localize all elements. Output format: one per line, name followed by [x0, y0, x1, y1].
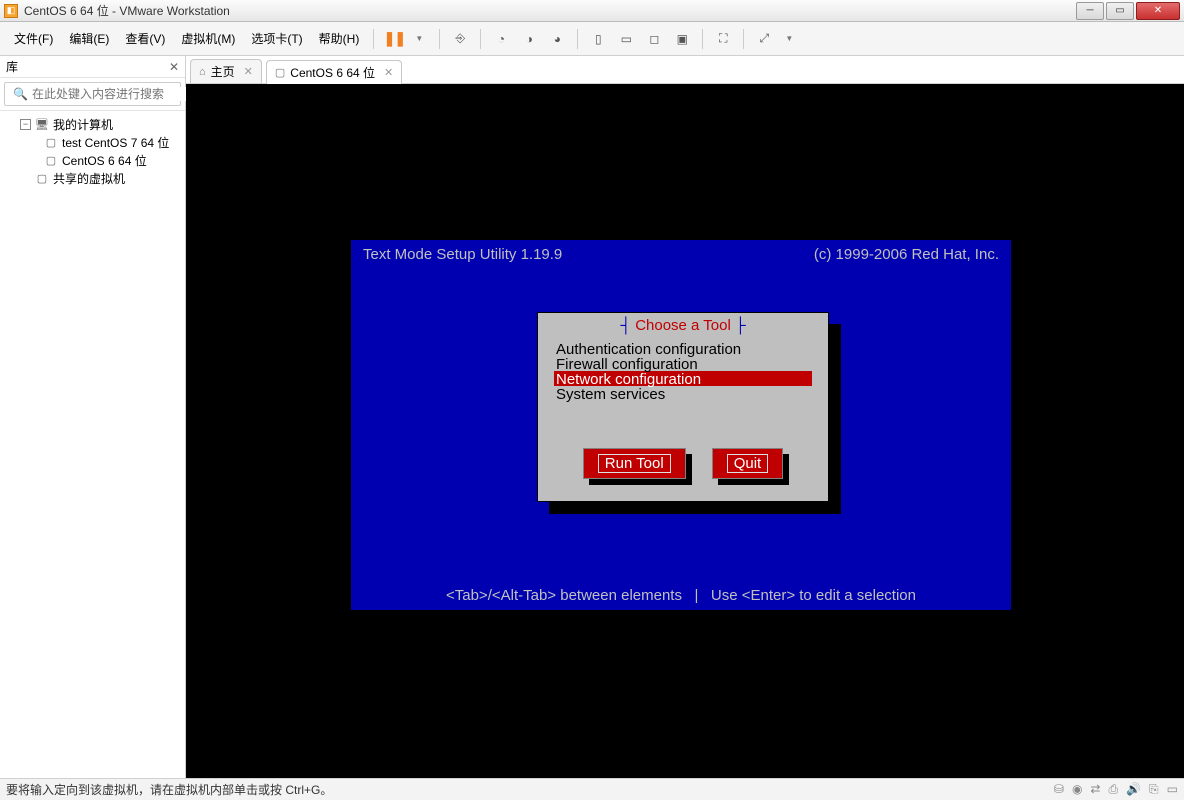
search-input[interactable]: [32, 87, 187, 101]
menu-file[interactable]: 文件(F): [6, 26, 61, 51]
close-button[interactable]: ✕: [1136, 2, 1180, 20]
tui-footer: <Tab>/<Alt-Tab> between elements | Use <…: [351, 587, 1011, 604]
dialog-button-row: Run Tool Quit: [538, 448, 828, 479]
snapshot-take-icon[interactable]: ◔: [489, 27, 513, 51]
status-text: 要将输入定向到该虚拟机，请在虚拟机内部单击或按 Ctrl+G。: [6, 781, 332, 798]
vm-tree: − 🖥 我的计算机 ▢ test CentOS 7 64 位 ▢ CentOS …: [0, 110, 185, 778]
run-tool-wrap: Run Tool: [583, 448, 686, 479]
view-console-icon[interactable]: ▣: [670, 27, 694, 51]
computer-icon: 🖥: [35, 118, 49, 130]
dialog-option-network[interactable]: Network configuration: [554, 371, 812, 386]
quit-wrap: Quit: [712, 448, 784, 479]
tree-root-label: 我的计算机: [53, 116, 113, 133]
tab-close-icon[interactable]: ✕: [384, 66, 393, 79]
snapshot-revert-icon[interactable]: ◑: [517, 27, 541, 51]
pause-button[interactable]: ❚❚: [382, 27, 406, 51]
pause-dropdown[interactable]: ▼: [407, 27, 431, 51]
sidebar-close-icon[interactable]: ✕: [169, 60, 179, 74]
tree-item-label: CentOS 6 64 位: [62, 152, 147, 169]
tab-home[interactable]: ⌂ 主页 ✕: [190, 59, 262, 83]
tree-root-mycomputer[interactable]: − 🖥 我的计算机: [0, 115, 185, 133]
view-unity-icon[interactable]: ◻: [642, 27, 666, 51]
tab-home-label: 主页: [211, 63, 235, 80]
dialog-option-auth[interactable]: Authentication configuration: [554, 341, 812, 356]
view-single-icon[interactable]: ▯: [586, 27, 610, 51]
content-area: ⌂ 主页 ✕ ▢ CentOS 6 64 位 ✕ Text Mode Setup…: [186, 56, 1184, 778]
menu-tabs[interactable]: 选项卡(T): [243, 26, 310, 51]
tui-header: Text Mode Setup Utility 1.19.9 (c) 1999-…: [351, 246, 1011, 263]
status-display-icon[interactable]: ▭: [1167, 782, 1178, 797]
window-title: CentOS 6 64 位 - VMware Workstation: [24, 2, 230, 19]
vm-viewport[interactable]: Text Mode Setup Utility 1.19.9 (c) 1999-…: [186, 84, 1184, 778]
fullscreen-toggle-icon[interactable]: ⤢: [752, 27, 776, 51]
shared-icon: ▢: [35, 172, 49, 184]
status-disk-icon[interactable]: ⛁: [1054, 782, 1064, 797]
search-icon: 🔍: [13, 87, 28, 101]
status-device-icons: ⛁ ◉ ⇄ ⎙ 🔊 ⎘ ▭: [1054, 782, 1178, 797]
app-icon: ◧: [4, 4, 18, 18]
tree-item-label: test CentOS 7 64 位: [62, 134, 169, 151]
status-cd-icon[interactable]: ◉: [1072, 782, 1082, 797]
tree-shared-vms[interactable]: ▢ 共享的虚拟机: [0, 169, 185, 187]
dialog-option-services[interactable]: System services: [554, 386, 812, 401]
vm-tab-icon: ▢: [275, 66, 285, 79]
dialog-option-firewall[interactable]: Firewall configuration: [554, 356, 812, 371]
tui-dialog: ┤ Choose a Tool ├ Authentication configu…: [537, 312, 829, 502]
vm-icon: ▢: [44, 136, 58, 148]
dialog-option-list: Authentication configuration Firewall co…: [554, 341, 812, 401]
tui-header-right: (c) 1999-2006 Red Hat, Inc.: [814, 246, 999, 263]
fullscreen-dropdown[interactable]: ▼: [777, 27, 801, 51]
collapse-icon[interactable]: −: [20, 119, 31, 130]
run-tool-button[interactable]: Run Tool: [583, 448, 686, 479]
menu-help[interactable]: 帮助(H): [311, 26, 368, 51]
sidebar-title: 库: [6, 58, 169, 75]
sidebar: 库 ✕ 🔍 ▼ − 🖥 我的计算机 ▢ test CentOS 7 64 位 ▢…: [0, 56, 186, 778]
tree-shared-label: 共享的虚拟机: [53, 170, 125, 187]
status-sound-icon[interactable]: 🔊: [1126, 782, 1141, 797]
dialog-title: Choose a Tool: [635, 317, 731, 334]
home-icon: ⌂: [199, 66, 206, 78]
send-ctrl-alt-del-icon[interactable]: ⎆: [448, 27, 472, 51]
tab-strip: ⌂ 主页 ✕ ▢ CentOS 6 64 位 ✕: [186, 56, 1184, 84]
sidebar-header: 库 ✕: [0, 56, 185, 78]
status-printer-icon[interactable]: ⎘: [1149, 782, 1159, 797]
maximize-button[interactable]: ▭: [1106, 2, 1134, 20]
menu-vm[interactable]: 虚拟机(M): [173, 26, 243, 51]
menu-view[interactable]: 查看(V): [117, 26, 173, 51]
menu-edit[interactable]: 编辑(E): [61, 26, 117, 51]
view-split-icon[interactable]: ▭: [614, 27, 638, 51]
vm-icon: ▢: [44, 154, 58, 166]
quit-button[interactable]: Quit: [712, 448, 784, 479]
fullscreen-enter-icon[interactable]: ⛶: [711, 27, 735, 51]
tui-screen: Text Mode Setup Utility 1.19.9 (c) 1999-…: [351, 240, 1011, 610]
tui-header-left: Text Mode Setup Utility 1.19.9: [363, 246, 562, 263]
sidebar-search[interactable]: 🔍 ▼: [4, 82, 181, 106]
status-usb-icon[interactable]: ⎙: [1108, 782, 1118, 797]
tab-close-icon[interactable]: ✕: [244, 65, 253, 78]
tree-item-vm2[interactable]: ▢ CentOS 6 64 位: [0, 151, 185, 169]
statusbar: 要将输入定向到该虚拟机，请在虚拟机内部单击或按 Ctrl+G。 ⛁ ◉ ⇄ ⎙ …: [0, 778, 1184, 800]
tree-item-vm1[interactable]: ▢ test CentOS 7 64 位: [0, 133, 185, 151]
dialog-title-line: ┤ Choose a Tool ├: [538, 317, 828, 334]
menubar: 文件(F) 编辑(E) 查看(V) 虚拟机(M) 选项卡(T) 帮助(H) ❚❚…: [0, 22, 1184, 56]
status-net-icon[interactable]: ⇄: [1090, 782, 1100, 797]
tab-vm[interactable]: ▢ CentOS 6 64 位 ✕: [266, 60, 402, 84]
window-titlebar: ◧ CentOS 6 64 位 - VMware Workstation ─ ▭…: [0, 0, 1184, 22]
snapshot-manage-icon[interactable]: ◕: [545, 27, 569, 51]
minimize-button[interactable]: ─: [1076, 2, 1104, 20]
tab-vm-label: CentOS 6 64 位: [290, 64, 375, 81]
